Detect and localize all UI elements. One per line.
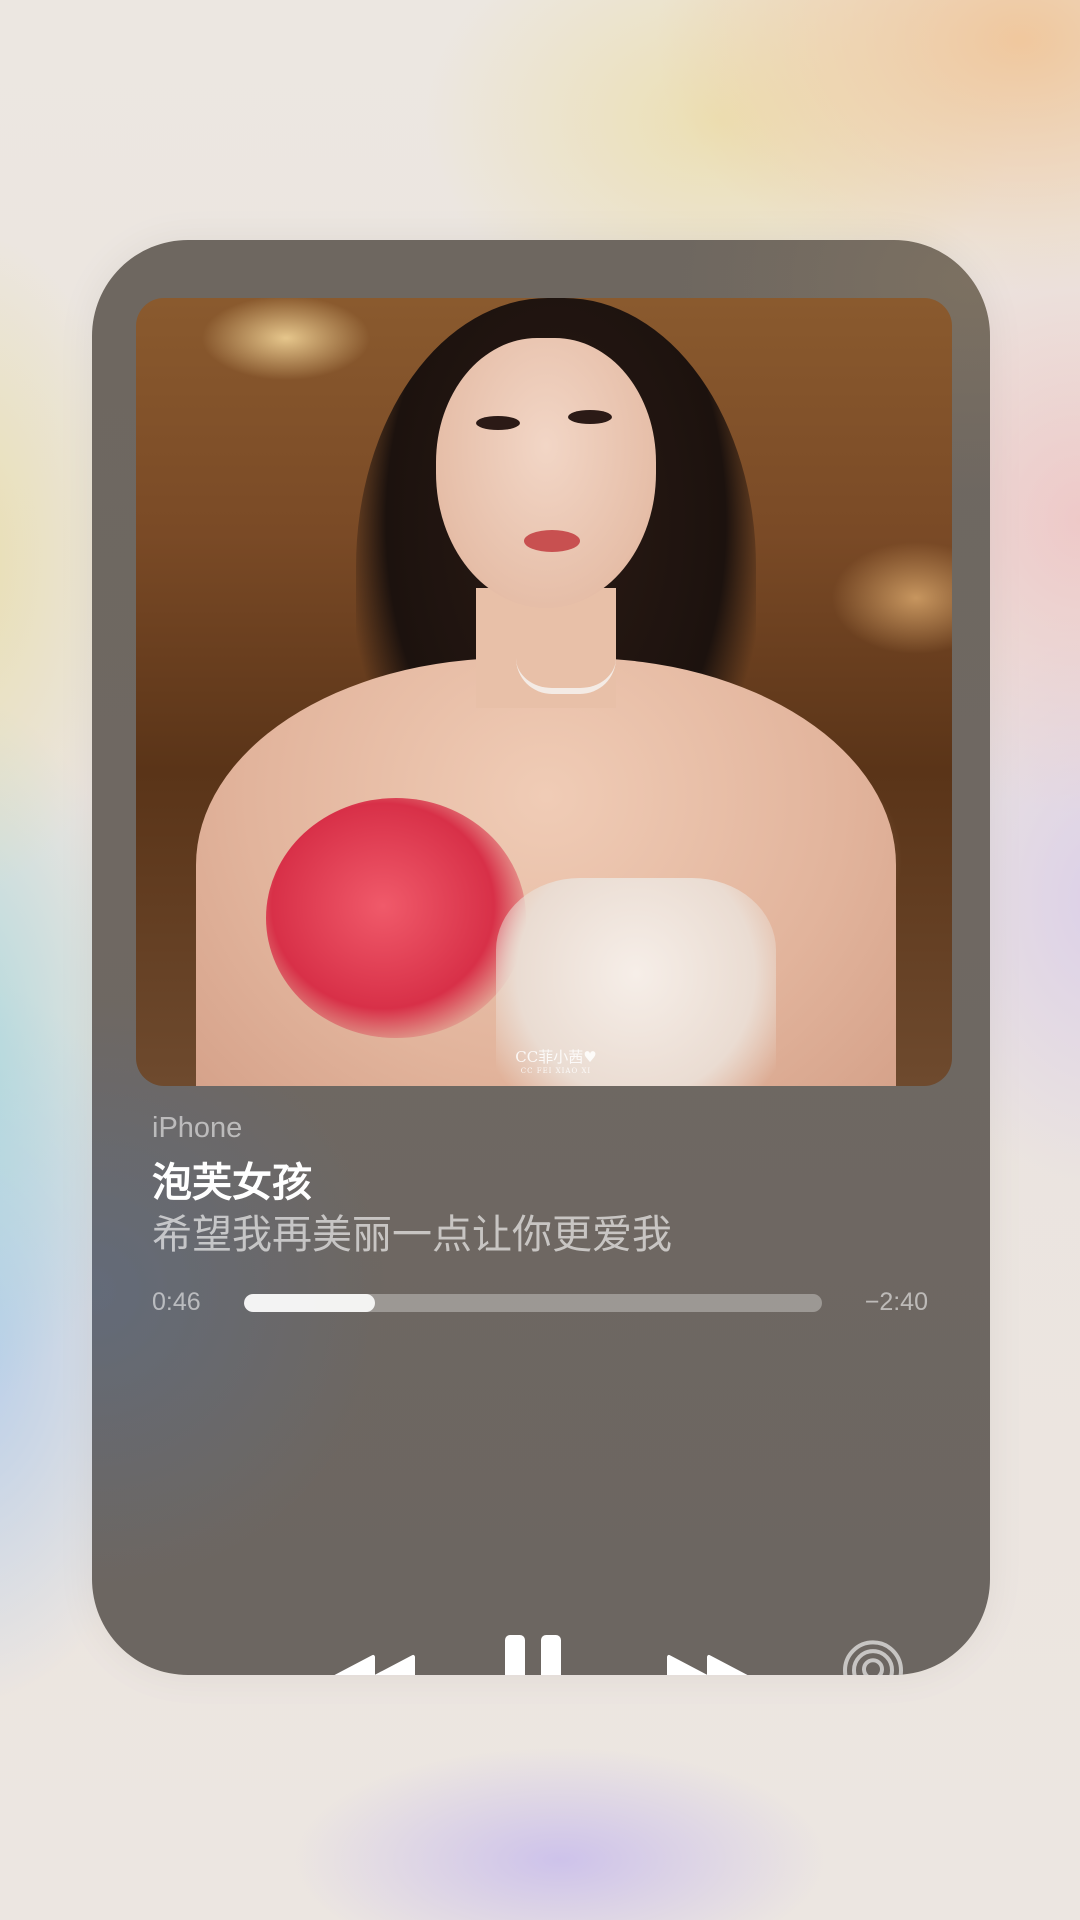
track-subtitle[interactable]: 希望我再美丽一点让你更爱我 (152, 1202, 672, 1260)
pause-icon (505, 1635, 561, 1675)
watermark-line-2: CC FEI XIAO XI (520, 1067, 592, 1075)
artwork-watermark: CC菲小茜♥ CC FEI XIAO XI (496, 1050, 616, 1075)
track-title[interactable]: 泡芙女孩 (152, 1150, 312, 1208)
pause-button[interactable] (502, 1632, 564, 1675)
now-playing-card: CC菲小茜♥ CC FEI XIAO XI iPhone 泡芙女孩 希望我再美丽… (92, 240, 990, 1675)
forward-icon (667, 1655, 748, 1675)
backward-icon (334, 1655, 415, 1675)
previous-track-button[interactable] (328, 1642, 420, 1675)
elapsed-time: 0:46 (152, 1288, 201, 1316)
album-artwork[interactable]: CC菲小茜♥ CC FEI XIAO XI (136, 298, 952, 1086)
next-track-button[interactable] (662, 1642, 754, 1675)
airplay-icon (843, 1640, 903, 1675)
remaining-time: −2:40 (864, 1288, 928, 1316)
playback-scrubber[interactable] (244, 1294, 822, 1312)
watermark-line-1: CC菲小茜♥ (515, 1048, 597, 1066)
playback-progress-fill (244, 1294, 375, 1312)
airplay-button[interactable] (837, 1638, 909, 1675)
output-device-label: iPhone (152, 1112, 243, 1144)
